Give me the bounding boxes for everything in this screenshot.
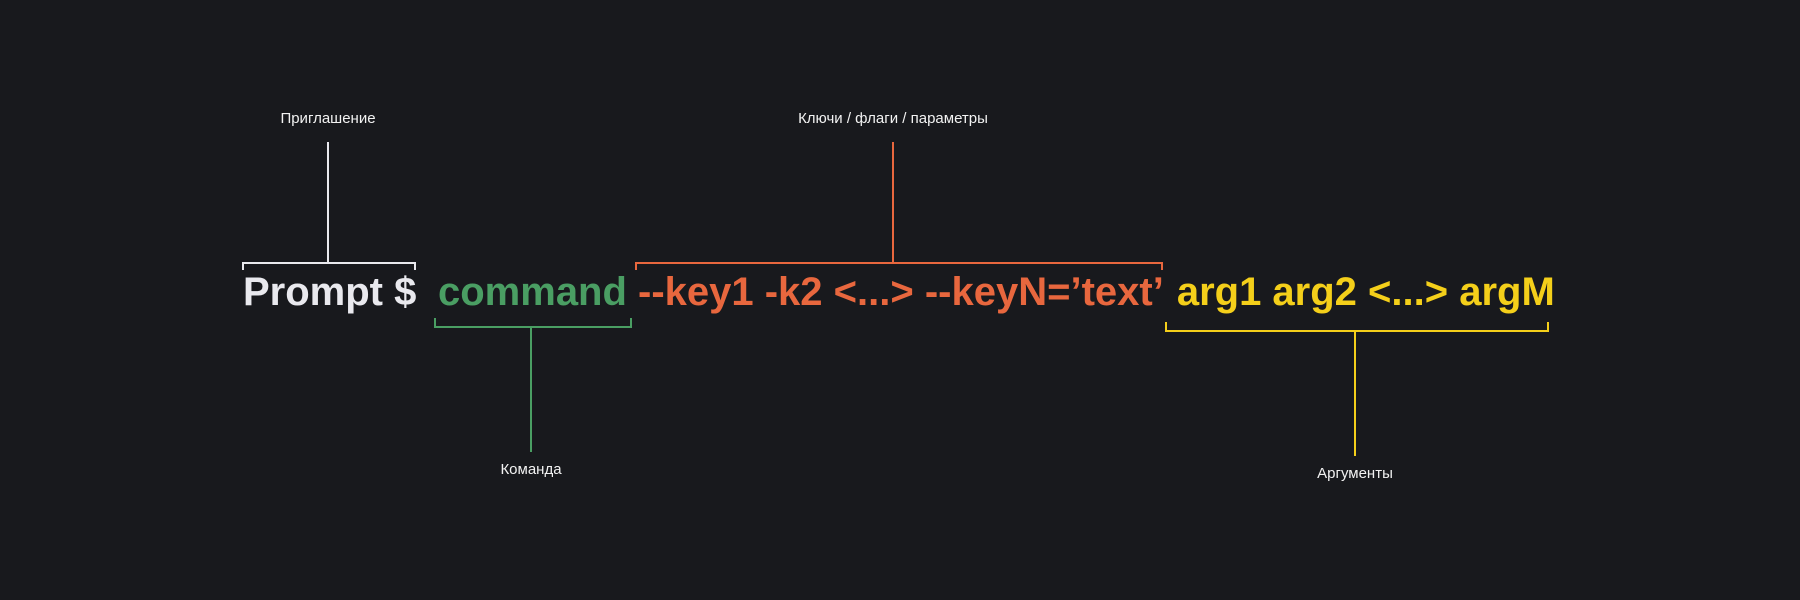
prompt-bracket bbox=[242, 142, 416, 270]
args-label: Аргументы bbox=[1317, 465, 1393, 482]
keys-label: Ключи / флаги / параметры bbox=[798, 110, 988, 127]
keys-bracket bbox=[635, 142, 1163, 270]
prompt-label: Приглашение bbox=[280, 110, 376, 127]
args-bracket bbox=[1165, 322, 1549, 456]
command-text: command bbox=[438, 270, 627, 314]
diagram: Приглашение Ключи / флаги / параметры Ко… bbox=[0, 0, 1800, 600]
command-bracket bbox=[434, 318, 632, 452]
keys-text: --key1 -k2 <...> --keyN=’text’ bbox=[638, 270, 1164, 314]
command-line: Prompt $ command --key1 -k2 <...> --keyN=’… bbox=[243, 270, 1555, 315]
command-label: Команда bbox=[500, 461, 562, 478]
args-text: arg1 arg2 <...> argM bbox=[1176, 270, 1555, 314]
prompt-text: Prompt $ bbox=[243, 270, 417, 314]
